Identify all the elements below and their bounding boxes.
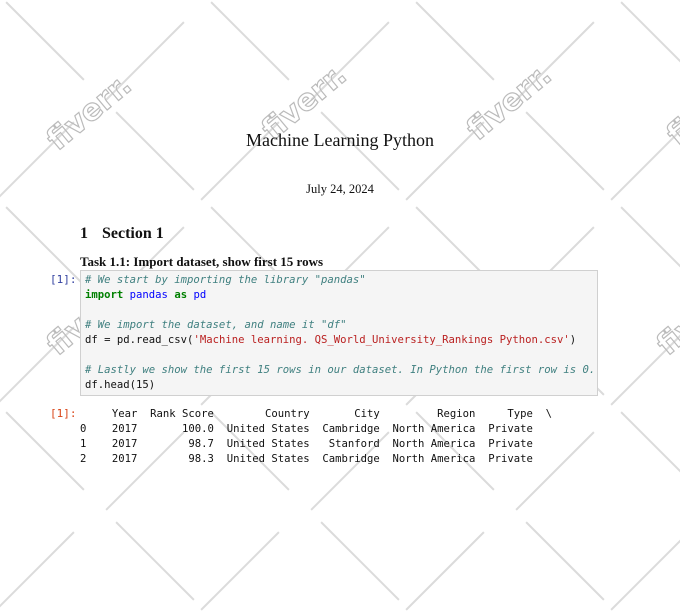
output-row: 1 2017 98.7 United States Stanford North… [80,438,533,450]
section-number: 1 [80,225,88,242]
output-table: Year Rank Score Country City Region Type… [80,407,552,467]
output-prompt: [1]: [50,407,77,420]
watermark-line [320,521,400,601]
watermark-line [0,531,75,611]
section-title: Section 1 [102,225,164,242]
output-row: 2 2017 98.3 United States Cambridge Nort… [80,453,533,465]
code-string: 'Machine learning. QS_World_University_R… [193,334,570,346]
watermark-line [200,531,280,611]
watermark-line [620,206,680,286]
watermark-line [320,111,400,191]
fiverr-watermark: fiverr. [650,272,680,364]
watermark-line [515,21,595,101]
watermark-line [210,1,290,81]
output-header: Year Rank Score Country City Region Type… [80,408,552,420]
section-heading: 1 Section 1 [80,225,164,243]
output-row: 0 2017 100.0 United States Cambridge Nor… [80,423,533,435]
code-comment: # Lastly we show the first 15 rows in ou… [85,364,596,376]
watermark-line [0,326,75,406]
task-heading: Task 1.1: Import dataset, show first 15 … [80,254,324,269]
input-prompt: [1]: [50,273,77,286]
watermark-line [115,111,195,191]
code-alias: pd [193,289,207,301]
watermark-line [310,21,390,101]
code-keyword: as [174,289,188,301]
watermark-line [620,1,680,81]
code-comment: # We start by importing the library "pan… [85,274,366,286]
watermark-line [610,531,680,611]
code-content: # We start by importing the library "pan… [85,273,595,393]
watermark-line [525,521,605,601]
watermark-line [115,521,195,601]
watermark-line [620,411,680,491]
watermark-line [610,326,680,406]
watermark-line [405,531,485,611]
code-keyword: import [85,289,124,301]
watermark-line [5,1,85,81]
document-date: July 24, 2024 [306,182,374,196]
watermark-line [415,1,495,81]
watermark-line [525,111,605,191]
watermark-line [105,21,185,101]
watermark-line [5,411,85,491]
code-module: pandas [129,289,168,301]
document-title: Machine Learning Python [246,130,434,150]
code-text: ) [569,334,577,346]
code-text: df.head(15) [85,379,156,391]
code-comment: # We import the dataset, and name it "df… [85,319,347,331]
code-text: df = pd.read_csv( [85,334,194,346]
